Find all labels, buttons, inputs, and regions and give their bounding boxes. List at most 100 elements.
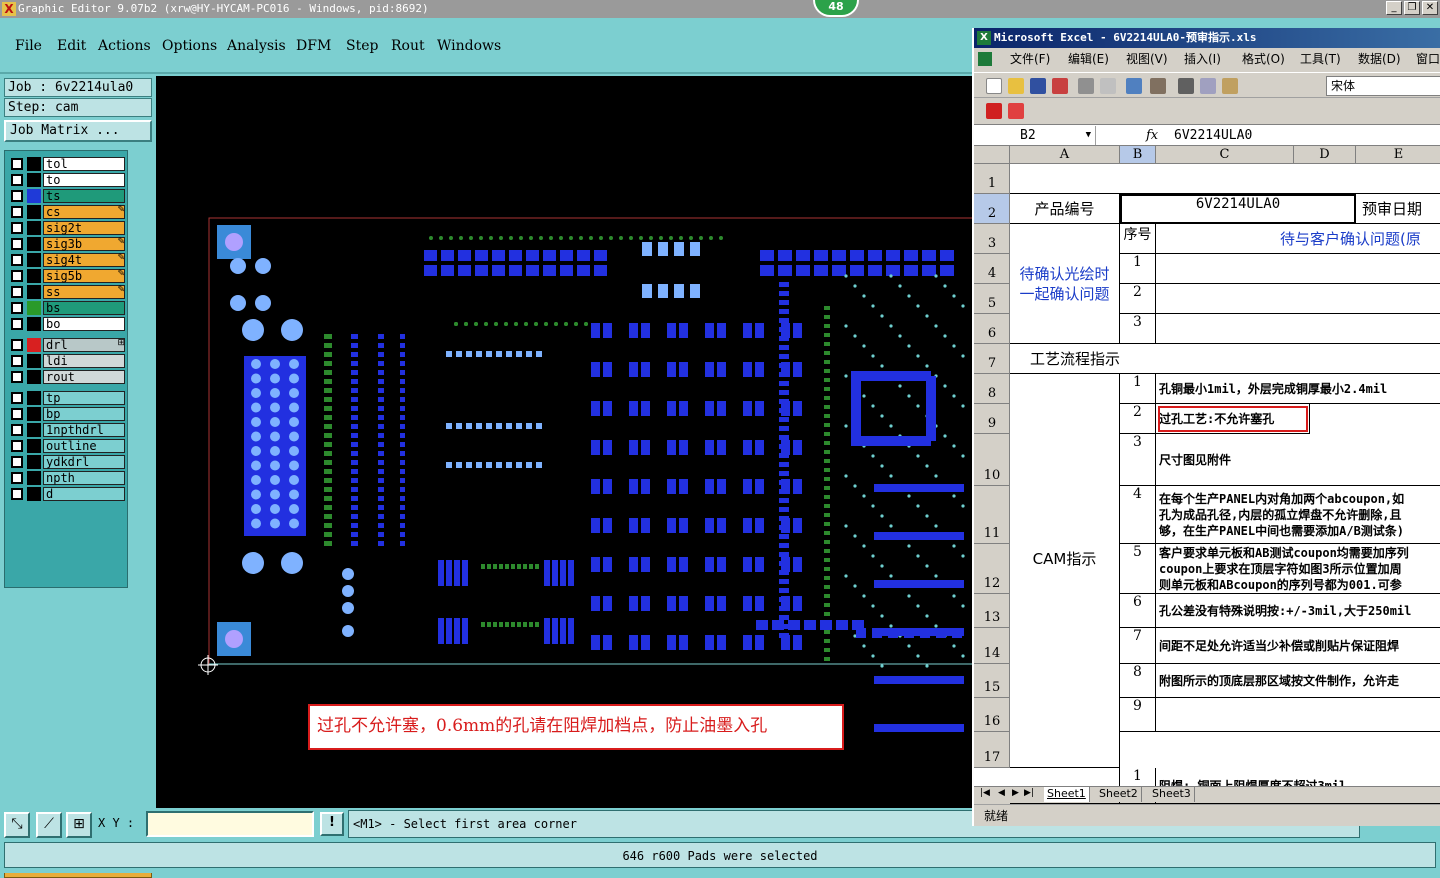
next-sheet-icon[interactable]: ▶: [1012, 788, 1019, 798]
cut-icon[interactable]: [1178, 78, 1194, 94]
last-sheet-icon[interactable]: ▶|: [1024, 788, 1034, 798]
formula-input[interactable]: 6V2214ULA0: [1174, 126, 1252, 145]
column-header[interactable]: A: [1010, 146, 1120, 164]
cell-r3-hdr[interactable]: 待与客户确认问题(原: [1156, 224, 1440, 254]
excel-menu-edit[interactable]: 编辑(E): [1068, 48, 1109, 70]
layer-color-swatch[interactable]: [27, 253, 41, 267]
column-header[interactable]: B: [1120, 146, 1156, 164]
layer-name[interactable]: cs: [43, 205, 125, 219]
copy-icon[interactable]: [1200, 78, 1216, 94]
layer-checkbox[interactable]: [11, 270, 23, 282]
menu-step[interactable]: Step: [346, 38, 378, 54]
tab-sheet1[interactable]: Sheet1: [1044, 787, 1090, 802]
row-header[interactable]: 9: [974, 404, 1010, 434]
layer-row[interactable]: bo: [7, 317, 127, 331]
cam-item-number[interactable]: 2: [1120, 404, 1156, 434]
layer-name[interactable]: outline: [43, 439, 125, 453]
layer-checkbox[interactable]: [11, 488, 23, 500]
layer-checkbox[interactable]: [11, 174, 23, 186]
row-header[interactable]: 16: [974, 698, 1010, 732]
minimize-icon[interactable]: _: [1386, 1, 1402, 15]
paste-icon[interactable]: [1222, 78, 1238, 94]
layer-color-swatch[interactable]: [27, 189, 41, 203]
cam-item-number[interactable]: 8: [1120, 664, 1156, 698]
layer-color-swatch[interactable]: [27, 237, 41, 251]
column-header[interactable]: D: [1294, 146, 1356, 164]
layer-color-swatch[interactable]: [27, 221, 41, 235]
close-icon[interactable]: ✕: [1422, 1, 1438, 15]
fx-icon[interactable]: fx: [1146, 126, 1158, 145]
excel-menu-file[interactable]: 文件(F): [1010, 48, 1050, 70]
layer-checkbox[interactable]: [11, 302, 23, 314]
layer-row[interactable]: bs: [7, 301, 127, 315]
pdf-icon[interactable]: [986, 103, 1002, 119]
layer-name[interactable]: bo: [43, 317, 125, 331]
layer-color-swatch[interactable]: [27, 423, 41, 437]
menu-edit[interactable]: Edit: [57, 38, 86, 54]
layer-checkbox[interactable]: [11, 355, 23, 367]
layer-name[interactable]: ts: [43, 189, 125, 203]
menu-rout[interactable]: Rout: [391, 38, 425, 54]
cam-item-text[interactable]: 孔公差没有特殊说明按:+/-3mil,大于250mil: [1156, 594, 1440, 628]
layer-checkbox[interactable]: [11, 190, 23, 202]
layer-checkbox[interactable]: [11, 158, 23, 170]
cell-question[interactable]: [1156, 254, 1440, 284]
layer-name[interactable]: sig3b: [43, 237, 125, 251]
layer-checkbox[interactable]: [11, 456, 23, 468]
first-sheet-icon[interactable]: |◀: [980, 788, 990, 798]
row-header[interactable]: 7: [974, 344, 1010, 374]
select-all-corner[interactable]: [974, 146, 1010, 164]
chevron-down-icon[interactable]: ▼: [1086, 126, 1091, 145]
layer-row[interactable]: ldi: [7, 354, 127, 368]
layer-name[interactable]: sig5b: [43, 269, 125, 283]
layer-checkbox[interactable]: [11, 424, 23, 436]
row-header[interactable]: 15: [974, 664, 1010, 698]
layer-color-swatch[interactable]: [27, 391, 41, 405]
cam-item-text[interactable]: [1156, 698, 1440, 732]
row-header[interactable]: 11: [974, 486, 1010, 544]
layer-row[interactable]: cs ✎: [7, 205, 127, 219]
open-icon[interactable]: [1008, 78, 1024, 94]
menu-options[interactable]: Options: [162, 38, 217, 54]
tab-sheet3[interactable]: Sheet3: [1149, 787, 1195, 802]
cam-item-number[interactable]: 7: [1120, 628, 1156, 664]
font-select[interactable]: 宋体: [1326, 76, 1440, 96]
spell-icon[interactable]: [1126, 78, 1142, 94]
excel-window[interactable]: X Microsoft Excel - 6V2214ULA0-预审指示.xls …: [972, 28, 1440, 826]
menu-windows[interactable]: Windows: [437, 38, 501, 54]
layer-color-swatch[interactable]: [27, 487, 41, 501]
layer-name[interactable]: sig2t: [43, 221, 125, 235]
cam-item-text[interactable]: 间距不足处允许适当少补偿或削贴片保证阻焊: [1156, 628, 1440, 664]
layer-checkbox[interactable]: [11, 408, 23, 420]
layer-row[interactable]: sig5b ✎: [7, 269, 127, 283]
row-header[interactable]: 1: [974, 164, 1010, 194]
layer-row[interactable]: sig2t: [7, 221, 127, 235]
row-header[interactable]: 6: [974, 314, 1010, 344]
layer-name[interactable]: ydkdrl: [43, 455, 125, 469]
layer-name[interactable]: ss: [43, 285, 125, 299]
layer-row[interactable]: rout: [7, 370, 127, 384]
cell-seq[interactable]: 3: [1120, 314, 1156, 344]
cell-b2-value[interactable]: 6V2214ULA0: [1120, 194, 1356, 224]
row-header[interactable]: 14: [974, 628, 1010, 664]
excel-menu-data[interactable]: 数据(D): [1358, 48, 1401, 70]
layer-name[interactable]: bp: [43, 407, 125, 421]
cell-seq[interactable]: 1: [1120, 254, 1156, 284]
layer-name[interactable]: tp: [43, 391, 125, 405]
cam-item-text[interactable]: 在每个生产PANEL内对角加两个abcoupon,如 孔为成品孔径,内层的孤立焊盘…: [1156, 486, 1440, 544]
layer-color-swatch[interactable]: [27, 439, 41, 453]
job-matrix-button[interactable]: Job Matrix ...: [4, 120, 152, 142]
cam-item-text[interactable]: 过孔工艺:不允许塞孔: [1156, 404, 1310, 434]
layer-row[interactable]: ydkdrl: [7, 455, 127, 469]
alert-button[interactable]: !: [320, 812, 344, 836]
layer-color-swatch[interactable]: [27, 317, 41, 331]
layer-checkbox[interactable]: [11, 318, 23, 330]
grid-icon[interactable]: ⊞: [66, 812, 92, 838]
layer-row[interactable]: 1npthdrl: [7, 423, 127, 437]
print-icon[interactable]: [1078, 78, 1094, 94]
row-header[interactable]: 2: [974, 194, 1010, 224]
xy-input[interactable]: [146, 811, 314, 837]
row-header[interactable]: 8: [974, 374, 1010, 404]
row-header[interactable]: 3: [974, 224, 1010, 254]
pdf-mail-icon[interactable]: [1008, 103, 1024, 119]
